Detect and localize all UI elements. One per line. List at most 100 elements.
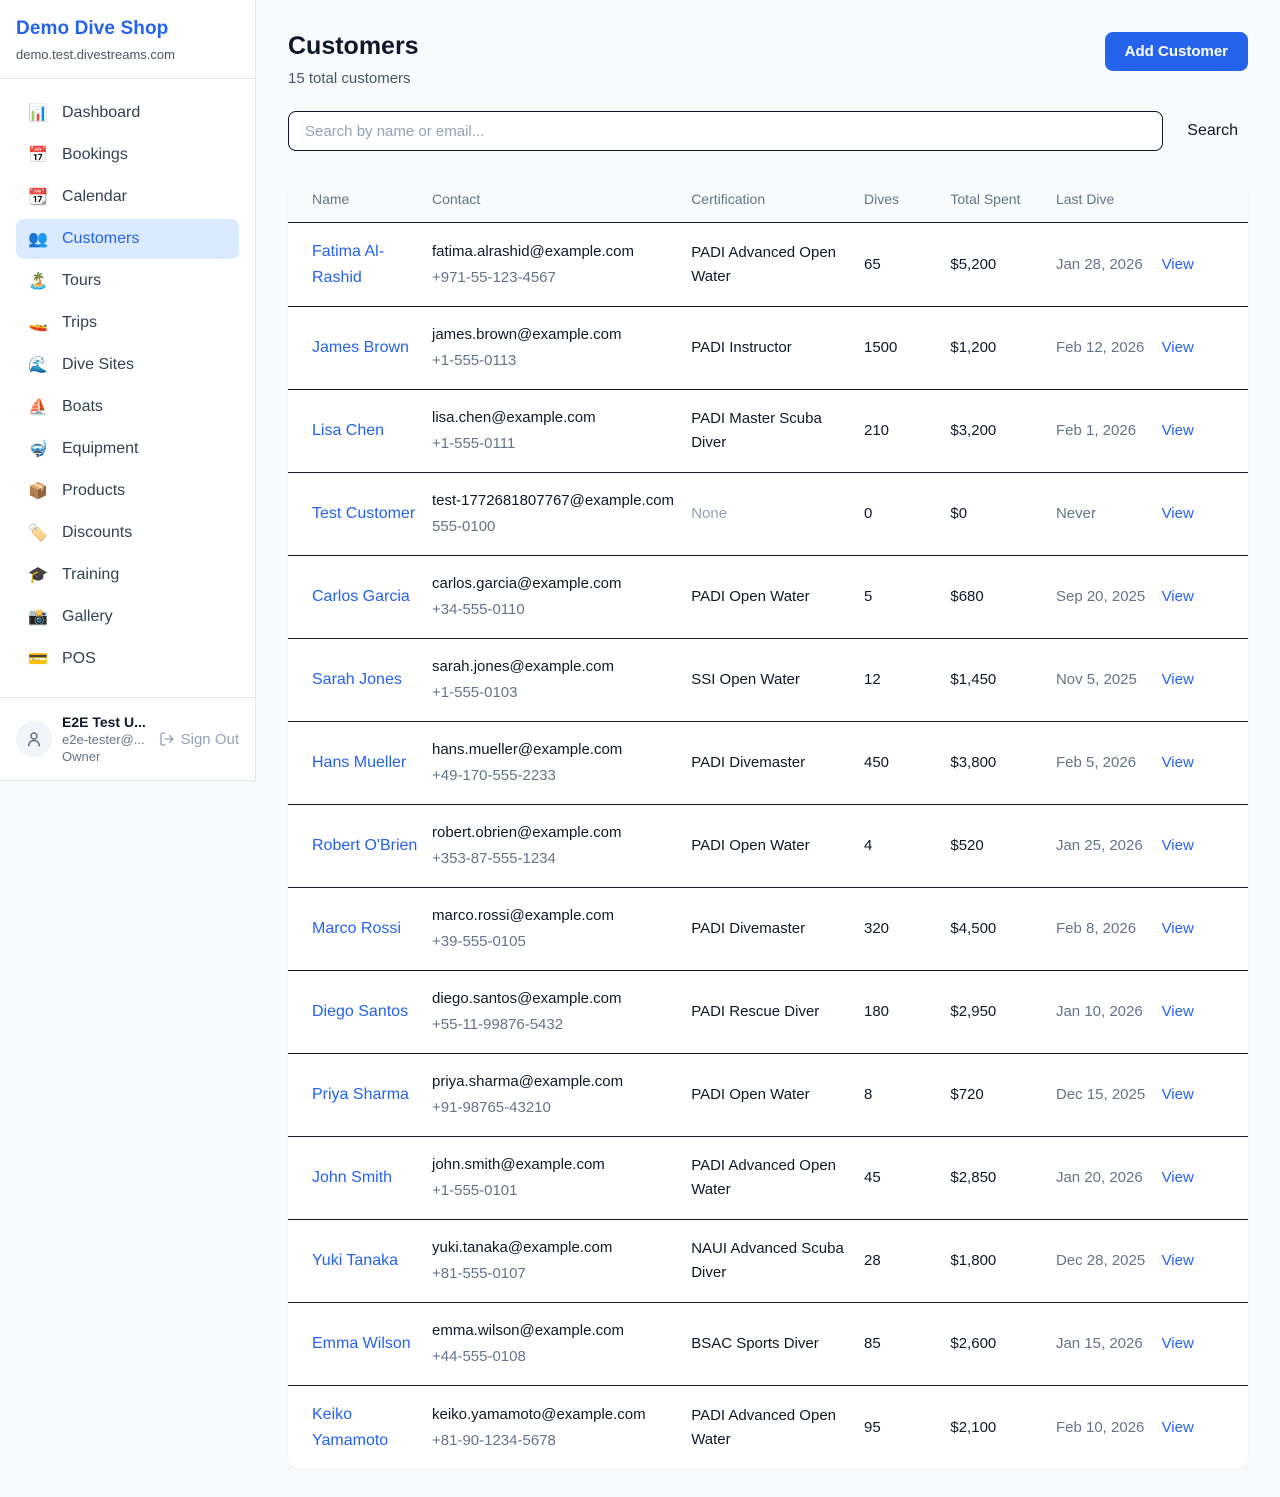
sidebar-item-customers[interactable]: 👥Customers [16,219,239,259]
view-link[interactable]: View [1162,837,1194,854]
customer-dives: 95 [864,1386,950,1470]
customer-name-link[interactable]: Test Customer [312,505,415,522]
sidebar-item-products[interactable]: 📦Products [16,471,239,511]
customer-name-link[interactable]: Priya Sharma [312,1086,409,1103]
customer-name-link[interactable]: Carlos Garcia [312,588,410,605]
customer-certification: None [691,473,864,556]
customer-phone: +34-555-0110 [432,598,681,622]
table-row: John Smith john.smith@example.com +1-555… [288,1137,1248,1220]
customer-email: fatima.alrashid@example.com [432,240,681,264]
sidebar-item-bookings[interactable]: 📅Bookings [16,135,239,175]
sidebar-item-discounts[interactable]: 🏷️Discounts [16,513,239,553]
customer-email: keiko.yamamoto@example.com [432,1403,681,1427]
customer-phone: +1-555-0101 [432,1179,681,1203]
customer-name-link[interactable]: Lisa Chen [312,422,384,439]
view-link[interactable]: View [1162,754,1194,771]
sidebar-item-gallery[interactable]: 📸Gallery [16,597,239,637]
sidebar-item-dashboard[interactable]: 📊Dashboard [16,93,239,133]
customer-contact-cell: diego.santos@example.com +55-11-99876-54… [432,971,691,1054]
sidebar-item-label: Tours [62,272,101,290]
sidebar-item-label: POS [62,650,96,668]
sidebar-item-calendar[interactable]: 📆Calendar [16,177,239,217]
boats-icon: ⛵ [28,397,48,417]
customer-last-dive: Jan 20, 2026 [1056,1137,1162,1220]
customer-phone: +44-555-0108 [432,1345,681,1369]
customer-name-link[interactable]: Sarah Jones [312,671,402,688]
customer-dives: 1500 [864,307,950,390]
view-link[interactable]: View [1162,1086,1194,1103]
customer-name-link[interactable]: Hans Mueller [312,754,406,771]
customer-name-link[interactable]: Diego Santos [312,1003,408,1020]
customer-phone: +353-87-555-1234 [432,847,681,871]
customer-dives: 4 [864,805,950,888]
customer-email: carlos.garcia@example.com [432,572,681,596]
sidebar-item-label: Training [62,566,119,584]
table-row: Test Customer test-1772681807767@example… [288,473,1248,556]
view-link[interactable]: View [1162,588,1194,605]
customer-dives: 320 [864,888,950,971]
view-link[interactable]: View [1162,256,1194,273]
customer-last-dive: Feb 12, 2026 [1056,307,1162,390]
view-link[interactable]: View [1162,671,1194,688]
view-link[interactable]: View [1162,1335,1194,1352]
view-link[interactable]: View [1162,422,1194,439]
customer-certification: PADI Open Water [691,1054,864,1137]
customer-email: diego.santos@example.com [432,987,681,1011]
search-input[interactable] [288,111,1163,151]
customer-contact-cell: hans.mueller@example.com +49-170-555-223… [432,722,691,805]
sign-out-button[interactable]: Sign Out [159,731,239,748]
view-link[interactable]: View [1162,1419,1194,1436]
customer-name-link[interactable]: Yuki Tanaka [312,1252,398,1269]
sidebar-item-trips[interactable]: 🚤Trips [16,303,239,343]
customer-name-link[interactable]: James Brown [312,339,409,356]
view-link[interactable]: View [1162,920,1194,937]
customer-contact-cell: keiko.yamamoto@example.com +81-90-1234-5… [432,1386,691,1470]
sidebar-item-label: Trips [62,314,97,332]
customers-table: NameContactCertificationDivesTotal Spent… [288,177,1248,1469]
customer-total-spent: $3,200 [950,390,1056,473]
page-header: Customers 15 total customers Add Custome… [288,32,1248,87]
sidebar-header: Demo Dive Shop demo.test.divestreams.com [0,0,255,79]
view-link[interactable]: View [1162,1169,1194,1186]
customer-contact-cell: marco.rossi@example.com +39-555-0105 [432,888,691,971]
view-link[interactable]: View [1162,1003,1194,1020]
customer-last-dive: Jan 28, 2026 [1056,223,1162,307]
customer-name-link[interactable]: Marco Rossi [312,920,401,937]
sidebar-item-tours[interactable]: 🏝️Tours [16,261,239,301]
customer-contact-cell: james.brown@example.com +1-555-0113 [432,307,691,390]
customer-name-link[interactable]: Fatima Al-Rashid [312,243,384,286]
table-row: Priya Sharma priya.sharma@example.com +9… [288,1054,1248,1137]
sidebar-item-dive-sites[interactable]: 🌊Dive Sites [16,345,239,385]
customer-dives: 450 [864,722,950,805]
customer-last-dive: Feb 5, 2026 [1056,722,1162,805]
dive-sites-icon: 🌊 [28,355,48,375]
customer-email: marco.rossi@example.com [432,904,681,928]
add-customer-button[interactable]: Add Customer [1105,32,1248,71]
sidebar-item-boats[interactable]: ⛵Boats [16,387,239,427]
gallery-icon: 📸 [28,607,48,627]
table-row: Fatima Al-Rashid fatima.alrashid@example… [288,223,1248,307]
sidebar: Demo Dive Shop demo.test.divestreams.com… [0,0,256,781]
customer-name-link[interactable]: Keiko Yamamoto [312,1406,388,1449]
view-link[interactable]: View [1162,1252,1194,1269]
customer-last-dive: Sep 20, 2025 [1056,556,1162,639]
page-heading-group: Customers 15 total customers [288,32,419,87]
customer-count: 15 total customers [288,70,419,87]
shop-title[interactable]: Demo Dive Shop [16,18,239,40]
sidebar-item-equipment[interactable]: 🤿Equipment [16,429,239,469]
sidebar-item-training[interactable]: 🎓Training [16,555,239,595]
customer-email: james.brown@example.com [432,323,681,347]
search-button[interactable]: Search [1177,122,1248,140]
customer-phone: +49-170-555-2233 [432,764,681,788]
customer-certification: PADI Master Scuba Diver [691,390,864,473]
sidebar-item-pos[interactable]: 💳POS [16,639,239,679]
customer-name-link[interactable]: John Smith [312,1169,392,1186]
column-header: Name [288,177,432,223]
customer-name-link[interactable]: Emma Wilson [312,1335,411,1352]
customer-certification: PADI Advanced Open Water [691,223,864,307]
customer-name-link[interactable]: Robert O'Brien [312,837,417,854]
view-link[interactable]: View [1162,339,1194,356]
view-link[interactable]: View [1162,505,1194,522]
customer-total-spent: $2,850 [950,1137,1056,1220]
customer-total-spent: $520 [950,805,1056,888]
